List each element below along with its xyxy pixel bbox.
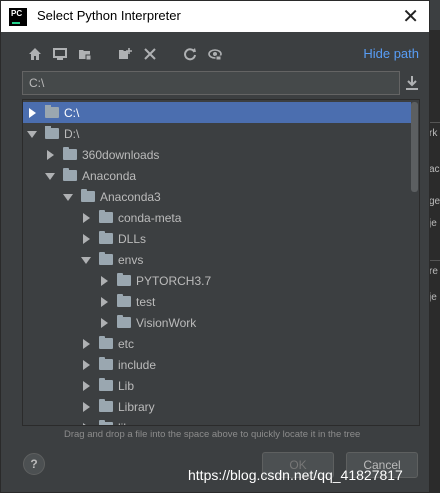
show-hidden-icon[interactable] xyxy=(207,46,223,62)
folder-icon xyxy=(81,189,95,202)
tree-row[interactable]: include xyxy=(23,354,411,375)
tree-row[interactable]: conda-meta xyxy=(23,207,411,228)
tree-row[interactable]: Anaconda xyxy=(23,165,411,186)
tree-row-label: test xyxy=(136,294,156,309)
tree-row[interactable]: Library xyxy=(23,396,411,417)
watermark: https://blog.csdn.net/qq_41827817 xyxy=(188,467,403,483)
tree-row[interactable]: libs xyxy=(23,417,411,426)
select-interpreter-dialog: PC Select Python Interpreter ✕ Hide path xyxy=(0,0,430,493)
tree-row-label: conda-meta xyxy=(118,210,182,225)
hide-path-link[interactable]: Hide path xyxy=(363,46,419,61)
new-folder-icon[interactable] xyxy=(117,46,133,62)
chevron-right-icon[interactable] xyxy=(99,296,109,307)
folder-icon xyxy=(117,273,131,286)
toolbar xyxy=(27,44,223,64)
tree-row-label: envs xyxy=(118,252,144,267)
chevron-down-icon[interactable] xyxy=(81,255,91,265)
chevron-right-icon[interactable] xyxy=(81,401,91,412)
file-tree[interactable]: C:\ D:\ 360downloads Anaconda Anaconda3 … xyxy=(22,99,420,426)
window-title: Select Python Interpreter xyxy=(37,8,181,23)
folder-icon xyxy=(99,210,113,223)
folder-icon xyxy=(99,252,113,265)
tree-row[interactable]: PYTORCH3.7 xyxy=(23,270,411,291)
drive-icon xyxy=(45,105,59,118)
chevron-right-icon[interactable] xyxy=(81,422,91,425)
tree-row-label: include xyxy=(118,357,157,372)
folder-icon xyxy=(117,315,131,328)
tree-row-label: etc xyxy=(118,336,135,351)
chevron-right-icon[interactable] xyxy=(27,107,37,118)
folder-icon xyxy=(63,147,77,160)
tree-row-label: DLLs xyxy=(118,231,147,246)
folder-icon xyxy=(99,231,113,244)
tree-row-label: PYTORCH3.7 xyxy=(136,273,212,288)
folder-icon xyxy=(99,336,113,349)
tree-scrollbar[interactable] xyxy=(411,102,418,192)
tree-row-label: D:\ xyxy=(64,126,80,141)
project-folder-icon[interactable] xyxy=(77,46,93,62)
close-icon[interactable]: ✕ xyxy=(402,4,419,29)
path-input[interactable] xyxy=(22,71,400,95)
tree-row-label: Anaconda3 xyxy=(100,189,161,204)
chevron-right-icon[interactable] xyxy=(99,317,109,328)
chevron-right-icon[interactable] xyxy=(99,275,109,286)
bg-right-text: rk xyxy=(429,128,438,139)
download-icon[interactable] xyxy=(404,74,420,92)
delete-icon[interactable] xyxy=(142,46,158,62)
bg-right-text: ge xyxy=(429,196,440,207)
folder-icon xyxy=(99,378,113,391)
path-row xyxy=(22,71,420,95)
chevron-right-icon[interactable] xyxy=(81,233,91,244)
help-button[interactable]: ? xyxy=(23,453,45,475)
tree-row[interactable]: envs xyxy=(23,249,411,270)
chevron-right-icon[interactable] xyxy=(81,359,91,370)
chevron-down-icon[interactable] xyxy=(45,171,55,181)
tree-row[interactable]: Lib xyxy=(23,375,411,396)
title-bar: PC Select Python Interpreter ✕ xyxy=(1,1,429,32)
bg-right-text: je xyxy=(429,218,437,229)
desktop-icon[interactable] xyxy=(52,46,68,62)
tree-row[interactable]: VisionWork xyxy=(23,312,411,333)
chevron-right-icon[interactable] xyxy=(81,380,91,391)
tree-row[interactable]: test xyxy=(23,291,411,312)
tree-row[interactable]: 360downloads xyxy=(23,144,411,165)
drive-icon xyxy=(45,126,59,139)
tree-row-label: 360downloads xyxy=(82,147,160,162)
tree-row-label: C:\ xyxy=(64,105,80,120)
tree-row[interactable]: C:\ xyxy=(23,102,411,123)
home-icon[interactable] xyxy=(27,46,43,62)
chevron-right-icon[interactable] xyxy=(81,212,91,223)
folder-icon xyxy=(99,420,113,425)
folder-icon xyxy=(99,399,113,412)
chevron-right-icon[interactable] xyxy=(81,338,91,349)
refresh-icon[interactable] xyxy=(182,46,198,62)
chevron-down-icon[interactable] xyxy=(63,192,73,202)
tree-row[interactable]: D:\ xyxy=(23,123,411,144)
bg-right-text: re xyxy=(429,266,438,277)
chevron-right-icon[interactable] xyxy=(45,149,55,160)
tree-row[interactable]: DLLs xyxy=(23,228,411,249)
folder-icon xyxy=(63,168,77,181)
folder-icon xyxy=(117,294,131,307)
tree-row-label: Lib xyxy=(118,378,135,393)
tree-row-label: VisionWork xyxy=(136,315,197,330)
pycharm-logo-icon: PC xyxy=(9,8,27,26)
tree-row[interactable]: etc xyxy=(23,333,411,354)
chevron-down-icon[interactable] xyxy=(27,129,37,139)
drag-drop-hint: Drag and drop a file into the space abov… xyxy=(64,429,361,440)
tree-row[interactable]: Anaconda3 xyxy=(23,186,411,207)
tree-row-label: libs xyxy=(118,421,136,426)
tree-row-label: Anaconda xyxy=(82,168,137,183)
bg-right-text: je xyxy=(429,292,437,303)
bg-right-text: ac xyxy=(429,164,440,175)
folder-icon xyxy=(99,357,113,370)
tree-row-label: Library xyxy=(118,399,155,414)
